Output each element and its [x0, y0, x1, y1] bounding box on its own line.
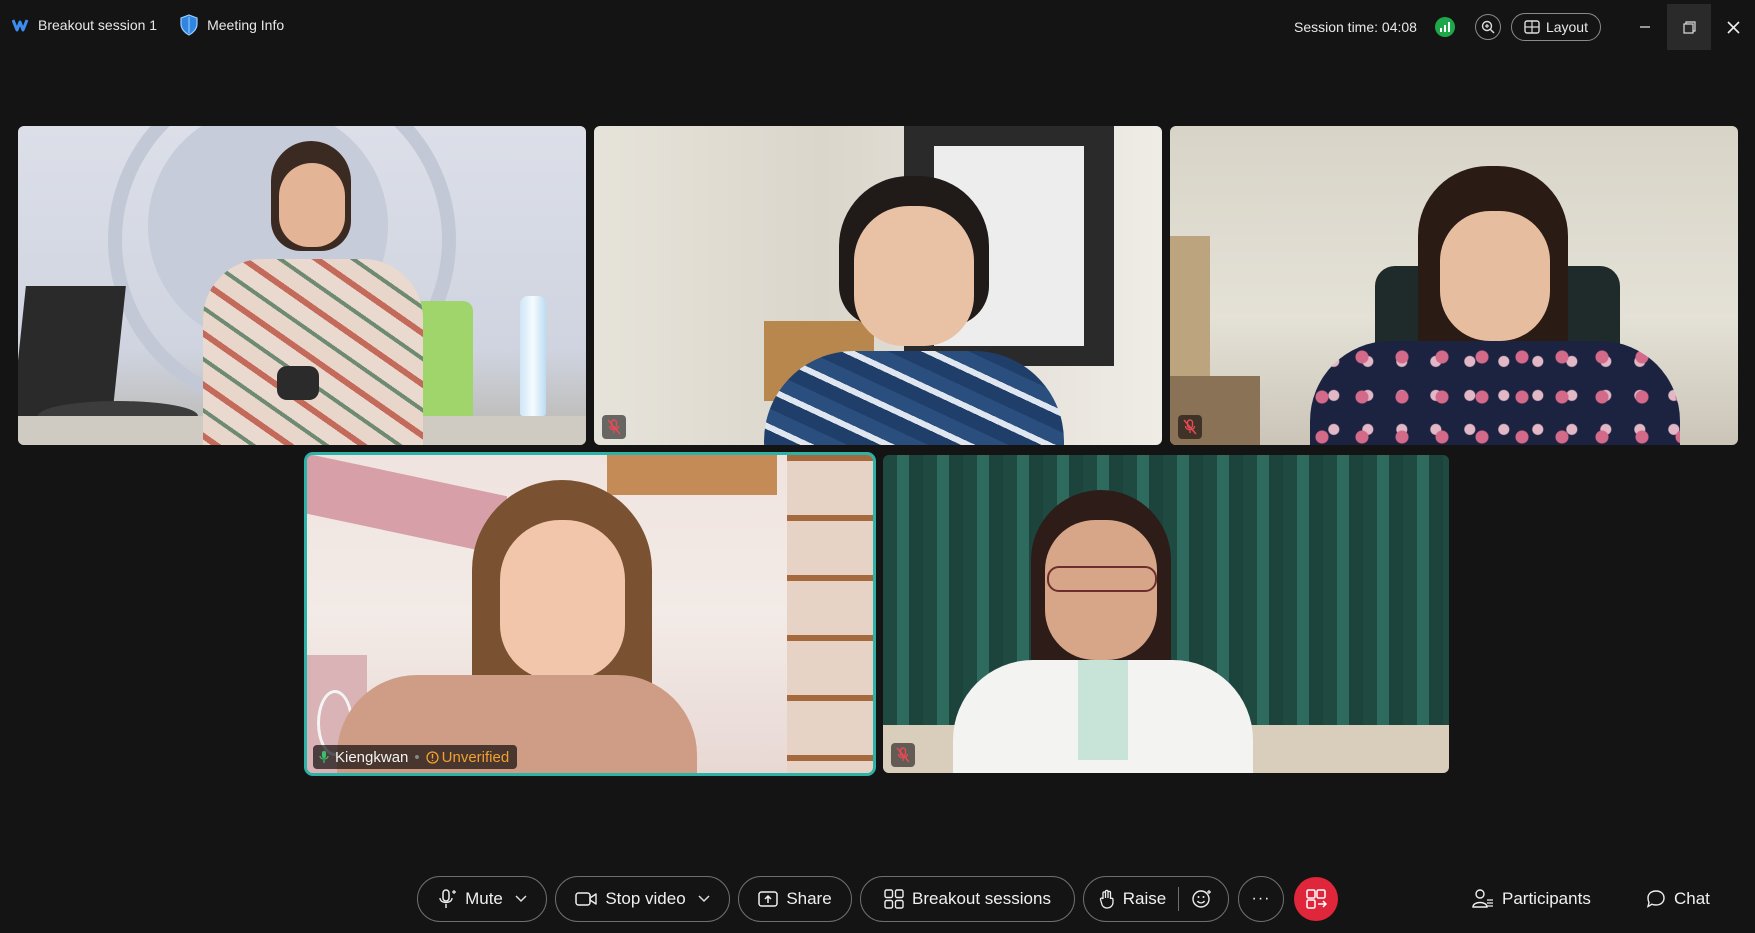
session-time: Session time: 04:08	[1293, 19, 1417, 35]
participant-figure	[183, 141, 443, 445]
camera-icon	[575, 892, 598, 906]
webex-logo-icon	[12, 19, 29, 32]
video-tile-4-active-speaker[interactable]: Kiengkwan • Unverified	[304, 452, 876, 776]
restore-button[interactable]	[1667, 4, 1711, 50]
zoom-button[interactable]	[1474, 14, 1501, 40]
stop-video-button[interactable]: Stop video	[555, 876, 730, 922]
participant-name: Kiengkwan	[335, 748, 409, 766]
shield-icon	[180, 14, 198, 36]
participants-icon	[1472, 889, 1493, 908]
participants-button[interactable]: Participants	[1472, 876, 1591, 922]
muted-mic-icon	[1178, 415, 1202, 439]
leave-session-button[interactable]	[1294, 877, 1338, 921]
chevron-down-icon[interactable]	[698, 895, 710, 903]
chat-label: Chat	[1674, 889, 1710, 908]
breakout-label: Breakout sessions	[912, 889, 1051, 908]
video-tile-2[interactable]	[594, 126, 1162, 445]
magnifier-plus-icon	[1481, 20, 1495, 34]
warning-clock-icon	[426, 750, 439, 764]
participant-figure	[337, 480, 767, 773]
more-options-button[interactable]: ···	[1238, 876, 1284, 922]
chat-bubble-icon	[1646, 890, 1665, 908]
unverified-badge[interactable]: Unverified	[426, 748, 510, 766]
layout-button[interactable]: Layout	[1510, 13, 1601, 41]
share-label: Share	[786, 889, 832, 908]
meeting-info-label: Meeting Info	[207, 17, 285, 33]
reactions-emoji-icon[interactable]	[1191, 888, 1213, 910]
restore-icon	[1682, 20, 1696, 34]
network-signal-icon[interactable]	[1434, 17, 1455, 37]
close-icon	[1726, 20, 1740, 34]
video-tile-3[interactable]	[1170, 126, 1738, 445]
stop-video-label: Stop video	[605, 889, 686, 908]
session-title[interactable]: Breakout session 1	[12, 17, 157, 33]
mute-label: Mute	[465, 889, 503, 908]
participants-label: Participants	[1502, 889, 1591, 908]
microphone-icon	[439, 889, 457, 908]
meeting-info-button[interactable]: Meeting Info	[179, 14, 284, 36]
minimize-button[interactable]	[1623, 4, 1667, 50]
mic-on-icon	[319, 751, 329, 763]
chevron-down-icon[interactable]	[515, 895, 527, 903]
video-tile-5[interactable]	[883, 455, 1449, 773]
grid-layout-icon	[1524, 20, 1540, 34]
chat-button[interactable]: Chat	[1646, 876, 1710, 922]
muted-mic-icon	[891, 743, 915, 767]
hand-icon	[1099, 889, 1114, 909]
more-label: ···	[1251, 890, 1271, 907]
breakout-grid-icon	[884, 889, 904, 909]
close-window-button[interactable]	[1711, 4, 1755, 50]
layout-label: Layout	[1545, 19, 1588, 35]
minimize-icon	[1640, 26, 1650, 28]
divider	[1178, 887, 1180, 911]
session-name: Breakout session 1	[38, 17, 158, 33]
raise-label: Raise	[1122, 889, 1167, 908]
participant-figure	[1290, 166, 1690, 445]
title-bar: Breakout session 1 Meeting Info Session …	[0, 0, 1755, 54]
leave-breakout-icon	[1306, 889, 1327, 909]
share-screen-icon	[758, 891, 779, 907]
video-tile-1[interactable]	[18, 126, 586, 445]
mute-button[interactable]: Mute	[417, 876, 547, 922]
participant-name-tag: Kiengkwan • Unverified	[313, 745, 518, 769]
muted-mic-icon	[602, 415, 626, 439]
participant-figure	[953, 490, 1253, 773]
breakout-sessions-button[interactable]: Breakout sessions	[860, 876, 1075, 922]
share-button[interactable]: Share	[738, 876, 852, 922]
participant-figure	[724, 176, 1064, 445]
raise-hand-button[interactable]: Raise	[1083, 876, 1229, 922]
unverified-label: Unverified	[441, 748, 510, 766]
meeting-controls: Mute Stop video Share Breakout sessions …	[0, 876, 1755, 924]
